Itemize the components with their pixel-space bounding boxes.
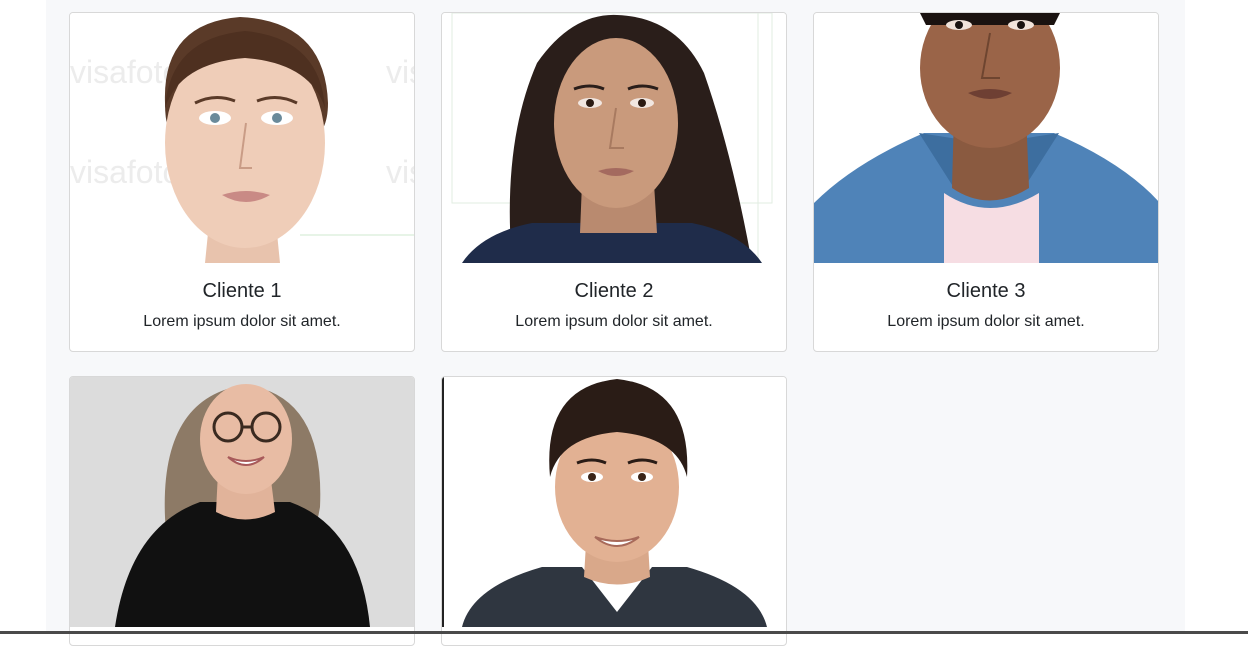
card-body: Cliente 1 Lorem ipsum dolor sit amet.: [70, 263, 414, 332]
client-photo-3: [814, 13, 1158, 263]
card-text: Lorem ipsum dolor sit amet.: [143, 313, 341, 330]
card-title: Cliente 3: [946, 280, 1026, 302]
card-body: Cliente 2 Lorem ipsum dolor sit amet.: [442, 263, 786, 332]
card-text: Lorem ipsum dolor sit amet.: [515, 313, 713, 330]
client-photo-5: [442, 377, 786, 627]
client-photo-4: [70, 377, 414, 627]
card-body: Cliente 3 Lorem ipsum dolor sit amet.: [814, 263, 1158, 332]
card-title: Cliente 1: [202, 280, 282, 302]
client-card-5[interactable]: [441, 376, 787, 646]
card-body: [442, 627, 786, 643]
main-container: visafoto visafoto vis vis: [46, 0, 1185, 646]
svg-text:vis: vis: [386, 54, 414, 90]
card-title: Cliente 2: [574, 280, 654, 302]
client-card-4[interactable]: [69, 376, 415, 646]
card-body: [70, 627, 414, 643]
client-photo-2: [442, 13, 786, 263]
card-text: Lorem ipsum dolor sit amet.: [887, 313, 1085, 330]
client-photo-1: visafoto visafoto vis vis: [70, 13, 414, 263]
svg-text:vis: vis: [386, 154, 414, 190]
client-card-3[interactable]: Cliente 3 Lorem ipsum dolor sit amet.: [813, 12, 1159, 352]
watermark-text: visafoto: [70, 154, 180, 190]
watermark-text: visafoto: [70, 54, 180, 90]
client-card-2[interactable]: Cliente 2 Lorem ipsum dolor sit amet.: [441, 12, 787, 352]
client-card-1[interactable]: visafoto visafoto vis vis: [69, 12, 415, 352]
